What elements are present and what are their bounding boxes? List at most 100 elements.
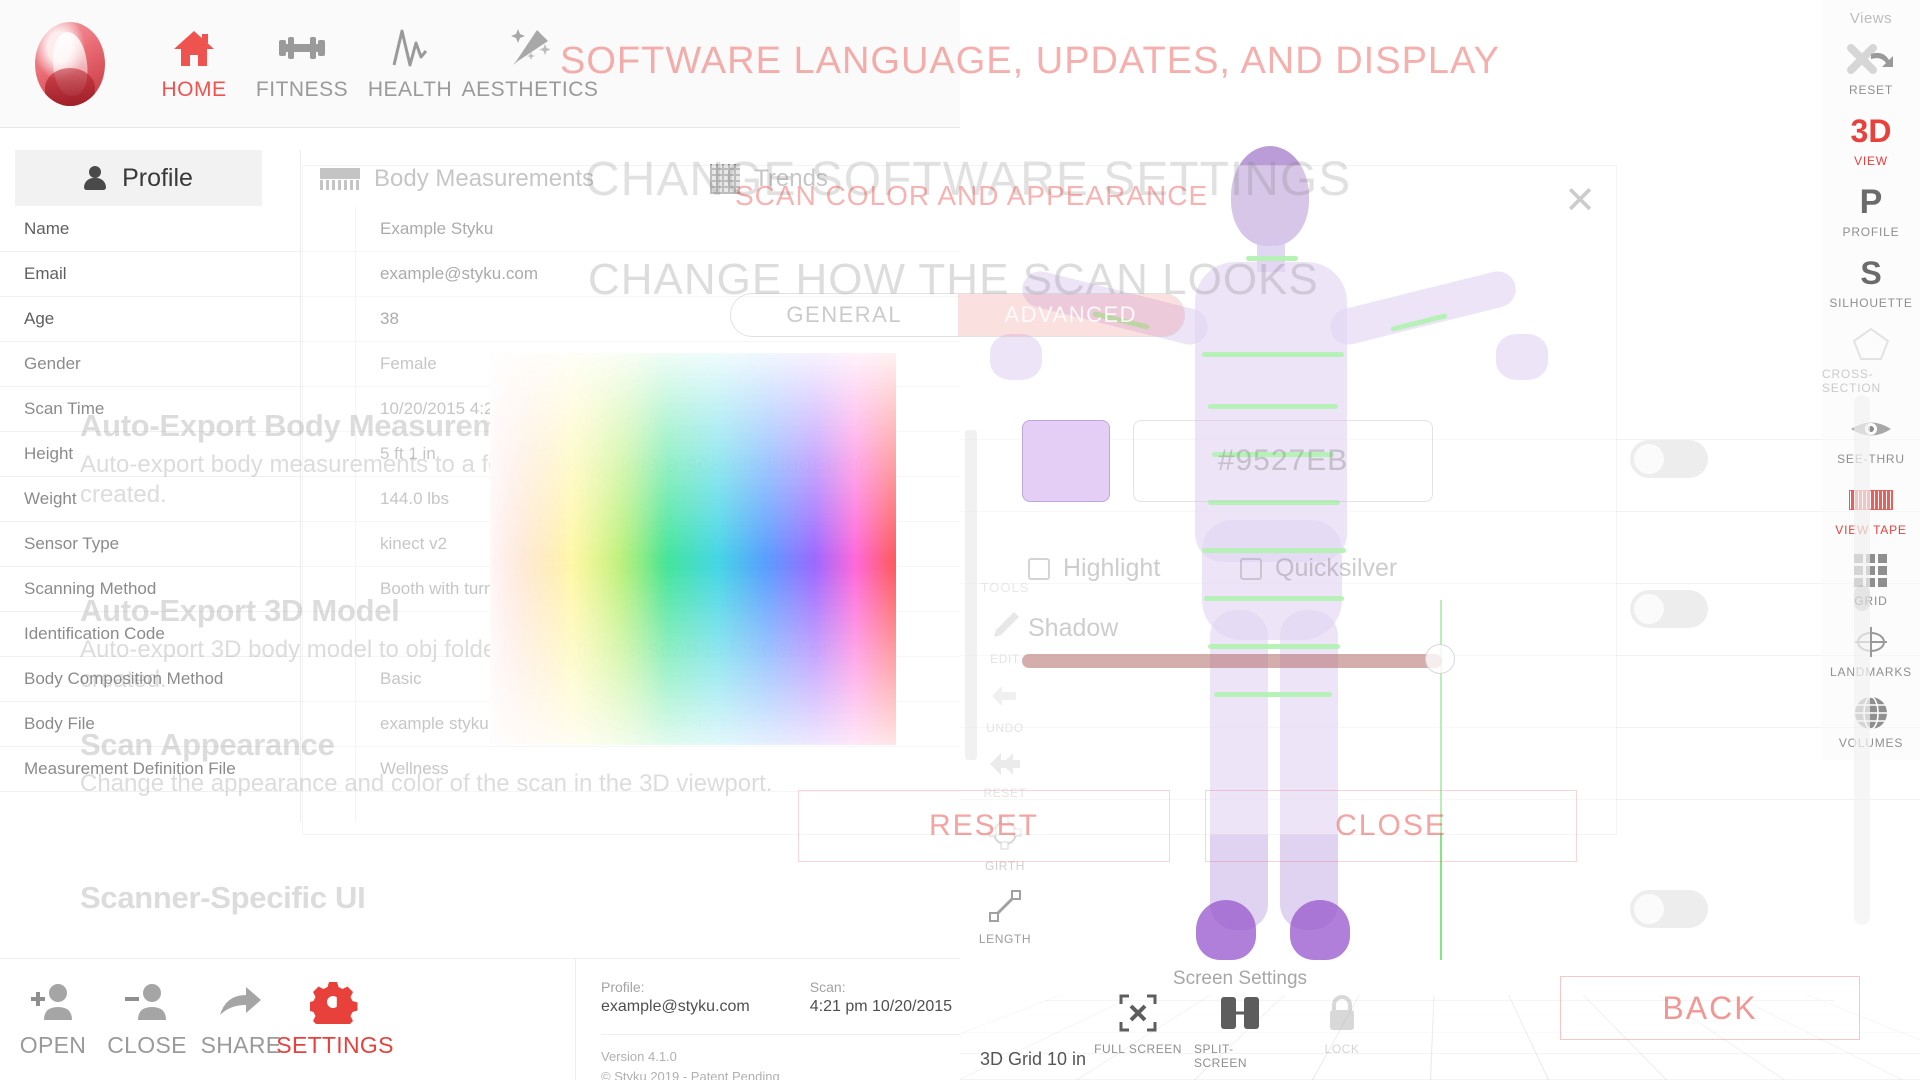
nav-item-home[interactable]: HOME — [140, 0, 248, 128]
p-letter-icon: P — [1859, 182, 1883, 221]
shadow-slider-label: Shadow — [1028, 614, 1119, 642]
segment-advanced[interactable]: ADVANCED — [957, 294, 1184, 336]
view-3d[interactable]: 3D VIEW — [1822, 104, 1920, 175]
reset-arrow-icon — [1847, 40, 1895, 80]
screen-setting-split-screen[interactable]: SPLIT-SCREEN — [1194, 994, 1286, 1070]
screen-setting-split-screen-label: SPLIT-SCREEN — [1194, 1042, 1248, 1070]
view-see-thru[interactable]: SEE-THRU — [1822, 402, 1920, 473]
nav-item-home-label: HOME — [161, 77, 227, 101]
close-icon[interactable]: ✕ — [1564, 178, 1596, 223]
nav-item-fitness-label: FITNESS — [255, 77, 349, 101]
shadow-slider-knob[interactable] — [1425, 644, 1455, 674]
checkbox-box — [1028, 557, 1050, 580]
tab-profile[interactable]: Profile — [15, 150, 262, 206]
toggle-scanner-specific-ui[interactable] — [1630, 890, 1708, 928]
screen-settings-title: Screen Settings — [1172, 968, 1308, 989]
nav-item-aesthetics-label: AESTHETICS — [461, 77, 599, 101]
color-picker-overlay — [490, 353, 896, 745]
segment-general[interactable]: GENERAL — [731, 294, 958, 336]
toggle-auto-export-3d-model[interactable] — [1630, 590, 1708, 628]
share-arrow-icon — [218, 980, 264, 1024]
person-icon — [84, 166, 107, 190]
open-button-label: OPEN — [19, 1032, 87, 1058]
app-version: Version 4.1.0 — [601, 1048, 677, 1064]
footer-scan-label: Scan: — [809, 978, 846, 995]
view-landmarks[interactable]: LANDMARKS — [1822, 615, 1920, 686]
settings-reset-button[interactable]: RESET — [798, 790, 1170, 862]
view-cross-section[interactable]: CROSS-SECTION — [1822, 317, 1920, 402]
footer-profile-label: Profile: — [601, 978, 645, 995]
section-description: Change the appearance and color of the s… — [80, 770, 773, 797]
view-tape[interactable]: VIEW TAPE — [1822, 473, 1920, 544]
view-profile[interactable]: P PROFILE — [1822, 175, 1920, 246]
top-navigation-bar: HOME FITNESS HEALTH AESTHETICS — [0, 0, 960, 128]
screen-setting-lock-label: LOCK — [1324, 1042, 1360, 1056]
nav-item-health[interactable]: HEALTH — [356, 0, 464, 128]
magic-wand-icon — [507, 26, 553, 70]
lock-icon — [1325, 994, 1359, 1037]
settings-close-button[interactable]: CLOSE — [1205, 790, 1577, 862]
line-segment-icon — [988, 889, 1022, 928]
screen-setting-full-screen[interactable]: FULL SCREEN — [1092, 994, 1184, 1070]
styku-logo[interactable] — [0, 21, 140, 106]
app-copyright: © Styku 2019 - Patent Pending — [601, 1069, 780, 1080]
back-button[interactable]: BACK — [1560, 976, 1860, 1040]
viewport-scrollbar[interactable] — [1854, 395, 1870, 925]
quicksilver-checkbox[interactable]: Quicksilver — [1240, 554, 1397, 583]
screen-setting-lock[interactable]: LOCK — [1296, 994, 1388, 1070]
color-picker-hue-strip[interactable] — [965, 430, 977, 760]
avatar-left-foot — [1196, 900, 1256, 960]
shadow-slider[interactable] — [1022, 654, 1442, 668]
pentagon-icon — [1851, 324, 1891, 364]
view-see-thru-label: SEE-THRU — [1837, 452, 1905, 466]
nav-item-fitness[interactable]: FITNESS — [248, 0, 356, 128]
quicksilver-checkbox-label: Quicksilver — [1275, 554, 1398, 582]
add-person-icon — [31, 980, 75, 1024]
hex-color-input[interactable]: #9527EB — [1133, 420, 1433, 502]
view-grid[interactable]: GRID — [1822, 544, 1920, 615]
setting-section-scanner-specific-ui: Scanner-Specific UI — [80, 880, 640, 916]
views-rail: Views RESET 3D VIEW P PROFILE S SILHOUET… — [1822, 0, 1920, 760]
nav-item-aesthetics[interactable]: AESTHETICS — [461, 0, 599, 128]
tab-profile-label: Profile — [122, 163, 193, 192]
views-rail-title: Views — [1849, 10, 1893, 27]
view-landmarks-label: LANDMARKS — [1830, 665, 1912, 679]
s-letter-icon: S — [1860, 254, 1882, 291]
3d-icon: 3D — [1850, 112, 1892, 149]
highlight-checkbox-label: Highlight — [1063, 554, 1161, 582]
screen-setting-full-screen-label: FULL SCREEN — [1094, 1042, 1182, 1056]
view-reset-label: RESET — [1848, 83, 1893, 97]
nav-item-health-label: HEALTH — [367, 77, 453, 101]
close-button[interactable]: CLOSE — [104, 980, 190, 1059]
view-silhouette[interactable]: S SILHOUETTE — [1822, 246, 1920, 317]
viewport-scrollbar-thumb[interactable] — [1854, 585, 1870, 611]
checkbox-box — [1240, 557, 1262, 580]
view-volumes[interactable]: VOLUMES — [1822, 686, 1920, 757]
settings-segmented-control: GENERAL ADVANCED — [730, 293, 1185, 337]
view-volumes-label: VOLUMES — [1838, 736, 1904, 750]
remove-person-icon — [125, 980, 169, 1024]
settings-button[interactable]: SETTINGS — [276, 980, 393, 1059]
view-reset[interactable]: RESET — [1822, 33, 1920, 104]
tool-length[interactable]: LENGTH — [960, 881, 1050, 954]
dumbbell-icon — [277, 26, 327, 70]
view-profile-label: PROFILE — [1842, 225, 1900, 239]
view-silhouette-label: SILHOUETTE — [1829, 296, 1913, 310]
styku-logo-mark — [35, 21, 105, 106]
grid-scale-label: 3D Grid 10 in — [980, 1049, 1087, 1069]
split-screen-icon — [1220, 994, 1260, 1037]
settings-button-label: SETTINGS — [276, 1032, 394, 1058]
footer-profile-value: example@styku.com — [601, 997, 750, 1015]
open-button[interactable]: OPEN — [10, 980, 96, 1059]
color-swatch-preview[interactable] — [1022, 420, 1110, 502]
close-button-label: CLOSE — [107, 1032, 187, 1058]
avatar-right-foot — [1290, 900, 1350, 960]
tool-length-label: LENGTH — [978, 932, 1032, 946]
share-button[interactable]: SHARE — [198, 980, 284, 1059]
toggle-auto-export-measurements[interactable] — [1630, 440, 1708, 478]
highlight-checkbox[interactable]: Highlight — [1028, 554, 1160, 583]
view-3d-label: VIEW — [1854, 154, 1888, 168]
share-button-label: SHARE — [200, 1032, 282, 1058]
screen-settings-panel: Screen Settings FULL SCREEN SPLIT-SCREEN… — [1090, 964, 1390, 1080]
view-tape-label: VIEW TAPE — [1835, 523, 1907, 537]
